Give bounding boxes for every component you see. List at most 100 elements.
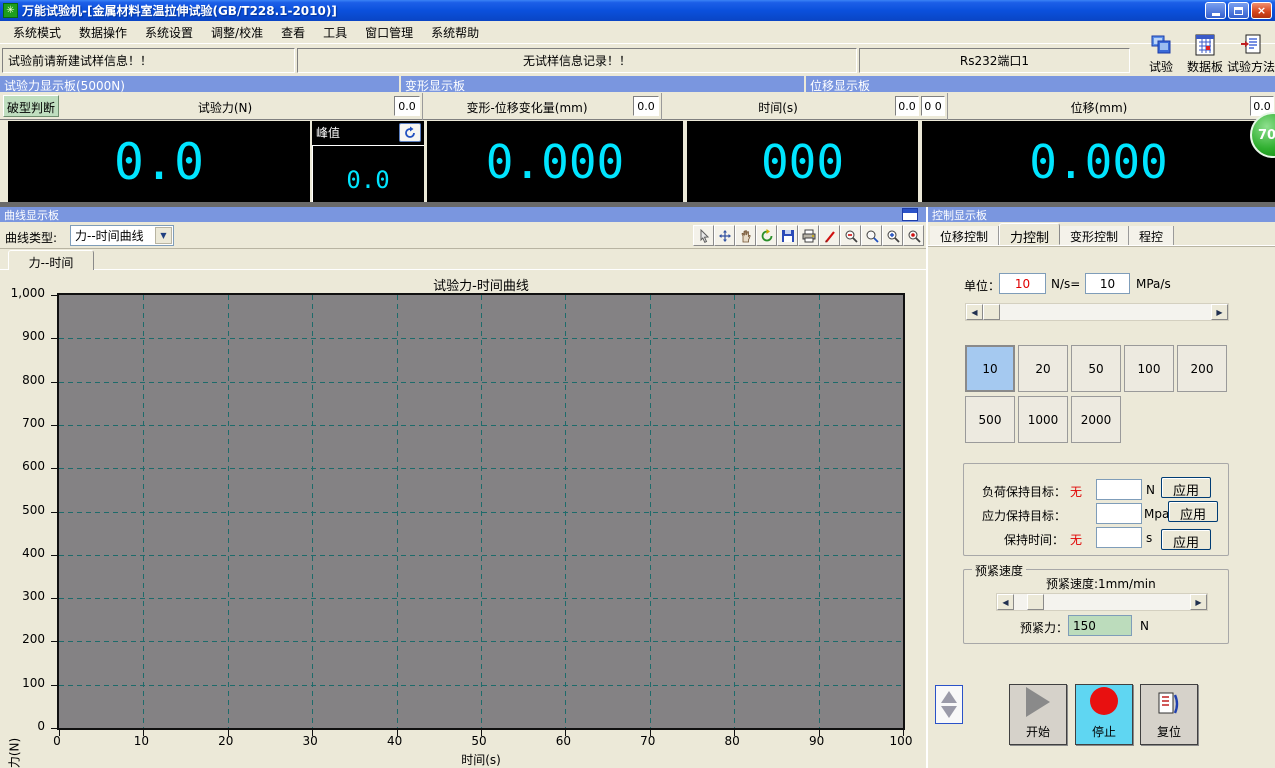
specimen-record-message: 无试样信息记录！！ (297, 48, 857, 73)
speed-button-2000[interactable]: 2000 (1071, 396, 1121, 443)
print-icon[interactable] (798, 225, 819, 246)
gridline (481, 295, 482, 728)
menu-system-mode[interactable]: 系统模式 (4, 21, 70, 44)
rate-n-input[interactable] (999, 273, 1046, 294)
load-hold-input[interactable] (1096, 479, 1142, 500)
zoom-reset-icon[interactable] (903, 225, 924, 246)
preload-force-input[interactable] (1068, 615, 1132, 636)
refresh-arrow-icon (403, 126, 417, 140)
curve-tab-force-time[interactable]: 力--时间 (8, 250, 94, 270)
hold-time-status: 无 (1070, 531, 1082, 548)
speed-button-50[interactable]: 50 (1071, 345, 1121, 392)
rate-mpa-input[interactable] (1085, 273, 1130, 294)
y-tick (51, 338, 57, 339)
peak-reset-button[interactable] (399, 123, 421, 142)
quick-launch-data-board-label: 数据板 (1187, 58, 1223, 75)
speed-button-500[interactable]: 500 (965, 396, 1015, 443)
window-title: 万能试验机-[金属材料室温拉伸试验(GB/T228.1-2010)] (22, 2, 1203, 19)
rate-scrollbar-thumb[interactable] (983, 304, 1000, 320)
curve-tab-strip: 力--时间 (0, 249, 926, 270)
y-tick-label: 0 (0, 719, 45, 733)
speed-button-10[interactable]: 10 (965, 345, 1015, 392)
x-tick-label: 70 (623, 734, 673, 748)
display-labels-row: 破型判断 试验力(N) 0.0 变形-位移变化量(mm) 0.0 时间(s) 0… (0, 93, 1275, 120)
deform-display: 0.000 (427, 121, 683, 202)
stop-button[interactable]: 停止 (1075, 684, 1133, 745)
y-axis-labels: 01002003004005006007008009001,000 (0, 293, 53, 730)
y-tick (51, 728, 57, 729)
curve-type-label: 曲线类型: (5, 229, 57, 246)
close-button[interactable]: × (1251, 2, 1272, 19)
stress-hold-input[interactable] (1096, 503, 1142, 524)
tab-program-control[interactable]: 程控 (1129, 226, 1174, 245)
y-tick (51, 468, 57, 469)
scroll-left-arrow-icon[interactable]: ◀ (997, 594, 1014, 610)
menu-system-help[interactable]: 系统帮助 (422, 21, 488, 44)
y-tick (51, 295, 57, 296)
speed-button-20[interactable]: 20 (1018, 345, 1068, 392)
menu-window-manage[interactable]: 窗口管理 (356, 21, 422, 44)
curve-toolbar (693, 225, 924, 246)
zoom-in-icon[interactable] (882, 225, 903, 246)
jog-up-icon (941, 691, 957, 703)
displacement-panel-header: 位移显示板 (806, 76, 1275, 92)
reset-button[interactable]: 复位 (1140, 684, 1198, 745)
x-tick-label: 40 (370, 734, 420, 748)
y-tick-label: 400 (0, 546, 45, 560)
speed-button-200[interactable]: 200 (1177, 345, 1227, 392)
curve-panel-maximize-icon[interactable] (902, 208, 918, 221)
scroll-left-arrow-icon[interactable]: ◀ (966, 304, 983, 320)
pan-move-icon[interactable] (714, 225, 735, 246)
y-tick (51, 685, 57, 686)
scroll-right-arrow-icon[interactable]: ▶ (1190, 594, 1207, 610)
quick-launch-test-label: 试验 (1149, 58, 1173, 75)
reset-icon (1157, 691, 1181, 717)
hand-drag-icon[interactable] (735, 225, 756, 246)
speed-button-100[interactable]: 100 (1124, 345, 1174, 392)
hold-time-input[interactable] (1096, 527, 1142, 548)
zoom-out-icon[interactable] (840, 225, 861, 246)
hold-time-apply-button[interactable]: 应用 (1161, 529, 1211, 550)
tab-deform-control[interactable]: 变形控制 (1060, 226, 1129, 245)
tab-force-control[interactable]: 力控制 (999, 223, 1060, 245)
minimize-button[interactable] (1205, 2, 1226, 19)
menu-adjust-calibrate[interactable]: 调整/校准 (202, 21, 272, 44)
break-detect-button[interactable]: 破型判断 (3, 95, 59, 117)
deform-panel-header: 变形显示板 (401, 76, 804, 92)
select-cursor-icon[interactable] (693, 225, 714, 246)
preload-scrollbar[interactable]: ◀ ▶ (996, 593, 1208, 611)
y-tick-label: 800 (0, 373, 45, 387)
quick-launch-test-method[interactable]: 试验方法 (1229, 33, 1273, 75)
menu-system-settings[interactable]: 系统设置 (136, 21, 202, 44)
plot-area[interactable] (57, 293, 905, 730)
chevron-down-icon[interactable]: ▼ (155, 227, 172, 244)
rate-scrollbar[interactable]: ◀ ▶ (965, 303, 1229, 321)
gridline (228, 295, 229, 728)
gridline (397, 295, 398, 728)
refresh-icon[interactable] (756, 225, 777, 246)
speed-button-1000[interactable]: 1000 (1018, 396, 1068, 443)
force-display: 0.0 (8, 121, 310, 202)
preload-scrollbar-thumb[interactable] (1027, 594, 1044, 610)
menu-data-operation[interactable]: 数据操作 (70, 21, 136, 44)
y-tick (51, 555, 57, 556)
scroll-right-arrow-icon[interactable]: ▶ (1211, 304, 1228, 320)
menu-view[interactable]: 查看 (272, 21, 314, 44)
curve-type-dropdown[interactable]: 力--时间曲线 ▼ (70, 225, 174, 246)
quick-launch-data-board[interactable]: 数据板 (1183, 33, 1227, 75)
y-tick-label: 300 (0, 589, 45, 603)
control-panel: 控制显示板 位移控制 力控制 变形控制 程控 单位： N/s= MPa/s ◀ … (926, 207, 1275, 768)
menu-tools[interactable]: 工具 (314, 21, 356, 44)
save-icon[interactable] (777, 225, 798, 246)
annotate-pen-icon[interactable] (819, 225, 840, 246)
zoom-window-icon[interactable] (861, 225, 882, 246)
jog-up-down-button[interactable] (935, 685, 963, 724)
quick-launch-test[interactable]: 试验 (1139, 33, 1183, 75)
rate-eq-label: N/s= (1051, 277, 1080, 291)
tab-displacement-control[interactable]: 位移控制 (930, 226, 999, 245)
load-hold-apply-button[interactable]: 应用 (1161, 477, 1211, 498)
restore-button[interactable] (1228, 2, 1249, 19)
start-button[interactable]: 开始 (1009, 684, 1067, 745)
x-tick-label: 30 (285, 734, 335, 748)
stress-hold-apply-button[interactable]: 应用 (1168, 501, 1218, 522)
